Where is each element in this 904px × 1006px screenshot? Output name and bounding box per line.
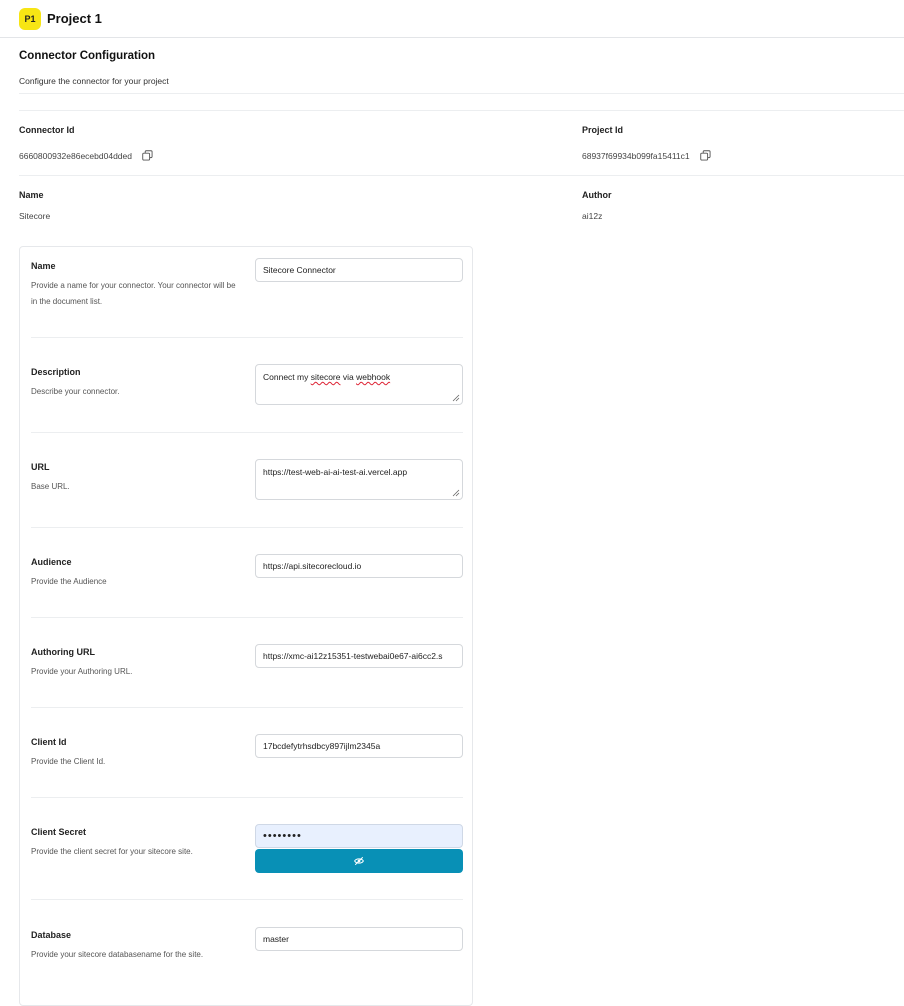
name-help: Provide a name for your connector. Your … (31, 281, 236, 306)
url-value: https://test-web-ai-ai-test-ai.vercel.ap… (263, 467, 408, 477)
client-secret-label: Client Secret (31, 827, 87, 837)
url-help: Base URL. (31, 482, 70, 491)
name-meta-value: Sitecore (19, 211, 51, 221)
authoring-url-label: Authoring URL (31, 647, 95, 657)
top-bar: P1 Project 1 (0, 0, 904, 38)
divider (31, 797, 463, 798)
client-id-label: Client Id (31, 737, 67, 747)
copy-icon[interactable] (142, 150, 153, 161)
page-subtitle: Configure the connector for your project (19, 76, 169, 86)
description-text-4: webhook (356, 372, 391, 382)
description-help: Describe your connector. (31, 387, 120, 396)
description-label: Description (31, 367, 81, 377)
client-secret-input[interactable]: •••••••• (255, 824, 463, 848)
url-textarea[interactable]: https://test-web-ai-ai-test-ai.vercel.ap… (255, 459, 463, 500)
resize-grip-icon[interactable] (452, 394, 460, 402)
client-secret-help: Provide the client secret for your sitec… (31, 847, 193, 856)
name-label: Name (31, 261, 56, 271)
client-id-help: Provide the Client Id. (31, 757, 106, 766)
project-title[interactable]: Project 1 (47, 11, 102, 26)
connector-id-label: Connector Id (19, 125, 75, 135)
project-id-label: Project Id (582, 125, 624, 135)
description-text-1: Connect my (263, 372, 311, 382)
description-text-2: sitecore (310, 372, 341, 382)
divider (19, 175, 904, 176)
copy-icon[interactable] (699, 150, 711, 161)
project-avatar[interactable]: P1 (19, 7, 41, 30)
author-value: ai12z (582, 211, 603, 221)
name-input[interactable]: Sitecore Connector (255, 258, 463, 282)
divider (31, 899, 463, 900)
audience-label: Audience (31, 557, 72, 567)
project-id-value: 68937f69934b099fa15411c1 (582, 150, 690, 161)
divider (31, 617, 463, 618)
description-text-3: via (340, 372, 357, 382)
connector-id-value: 6660800932e86ecebd04dded (19, 150, 132, 161)
client-id-input[interactable]: 17bcdefytrhsdbcy897ijlm2345a (255, 734, 463, 758)
divider (31, 707, 463, 708)
divider (31, 527, 463, 528)
audience-help: Provide the Audience (31, 577, 107, 586)
connector-form: Name Provide a name for your connector. … (19, 246, 473, 1006)
divider (19, 93, 904, 94)
resize-grip-icon[interactable] (452, 489, 460, 497)
project-id-row: 68937f69934b099fa15411c1 (582, 150, 711, 161)
divider (31, 337, 463, 338)
authoring-url-input[interactable]: https://xmc-ai12z15351-testwebai0e67-ai6… (255, 644, 463, 668)
author-label: Author (582, 190, 612, 200)
page-title: Connector Configuration (19, 50, 156, 62)
divider (31, 432, 463, 433)
authoring-url-help: Provide your Authoring URL. (31, 667, 133, 676)
divider (19, 110, 904, 111)
database-label: Database (31, 930, 72, 940)
connector-id-row: 6660800932e86ecebd04dded (19, 150, 153, 161)
audience-input[interactable]: https://api.sitecorecloud.io (255, 554, 463, 578)
database-input[interactable]: master (255, 927, 463, 951)
url-label: URL (31, 462, 50, 472)
eye-off-icon (354, 856, 364, 866)
description-textarea[interactable]: Connect my sitecore via webhook (255, 364, 463, 405)
name-meta-label: Name (19, 190, 44, 200)
database-help: Provide your sitecore databasename for t… (31, 950, 204, 959)
toggle-secret-visibility-button[interactable] (255, 849, 463, 873)
